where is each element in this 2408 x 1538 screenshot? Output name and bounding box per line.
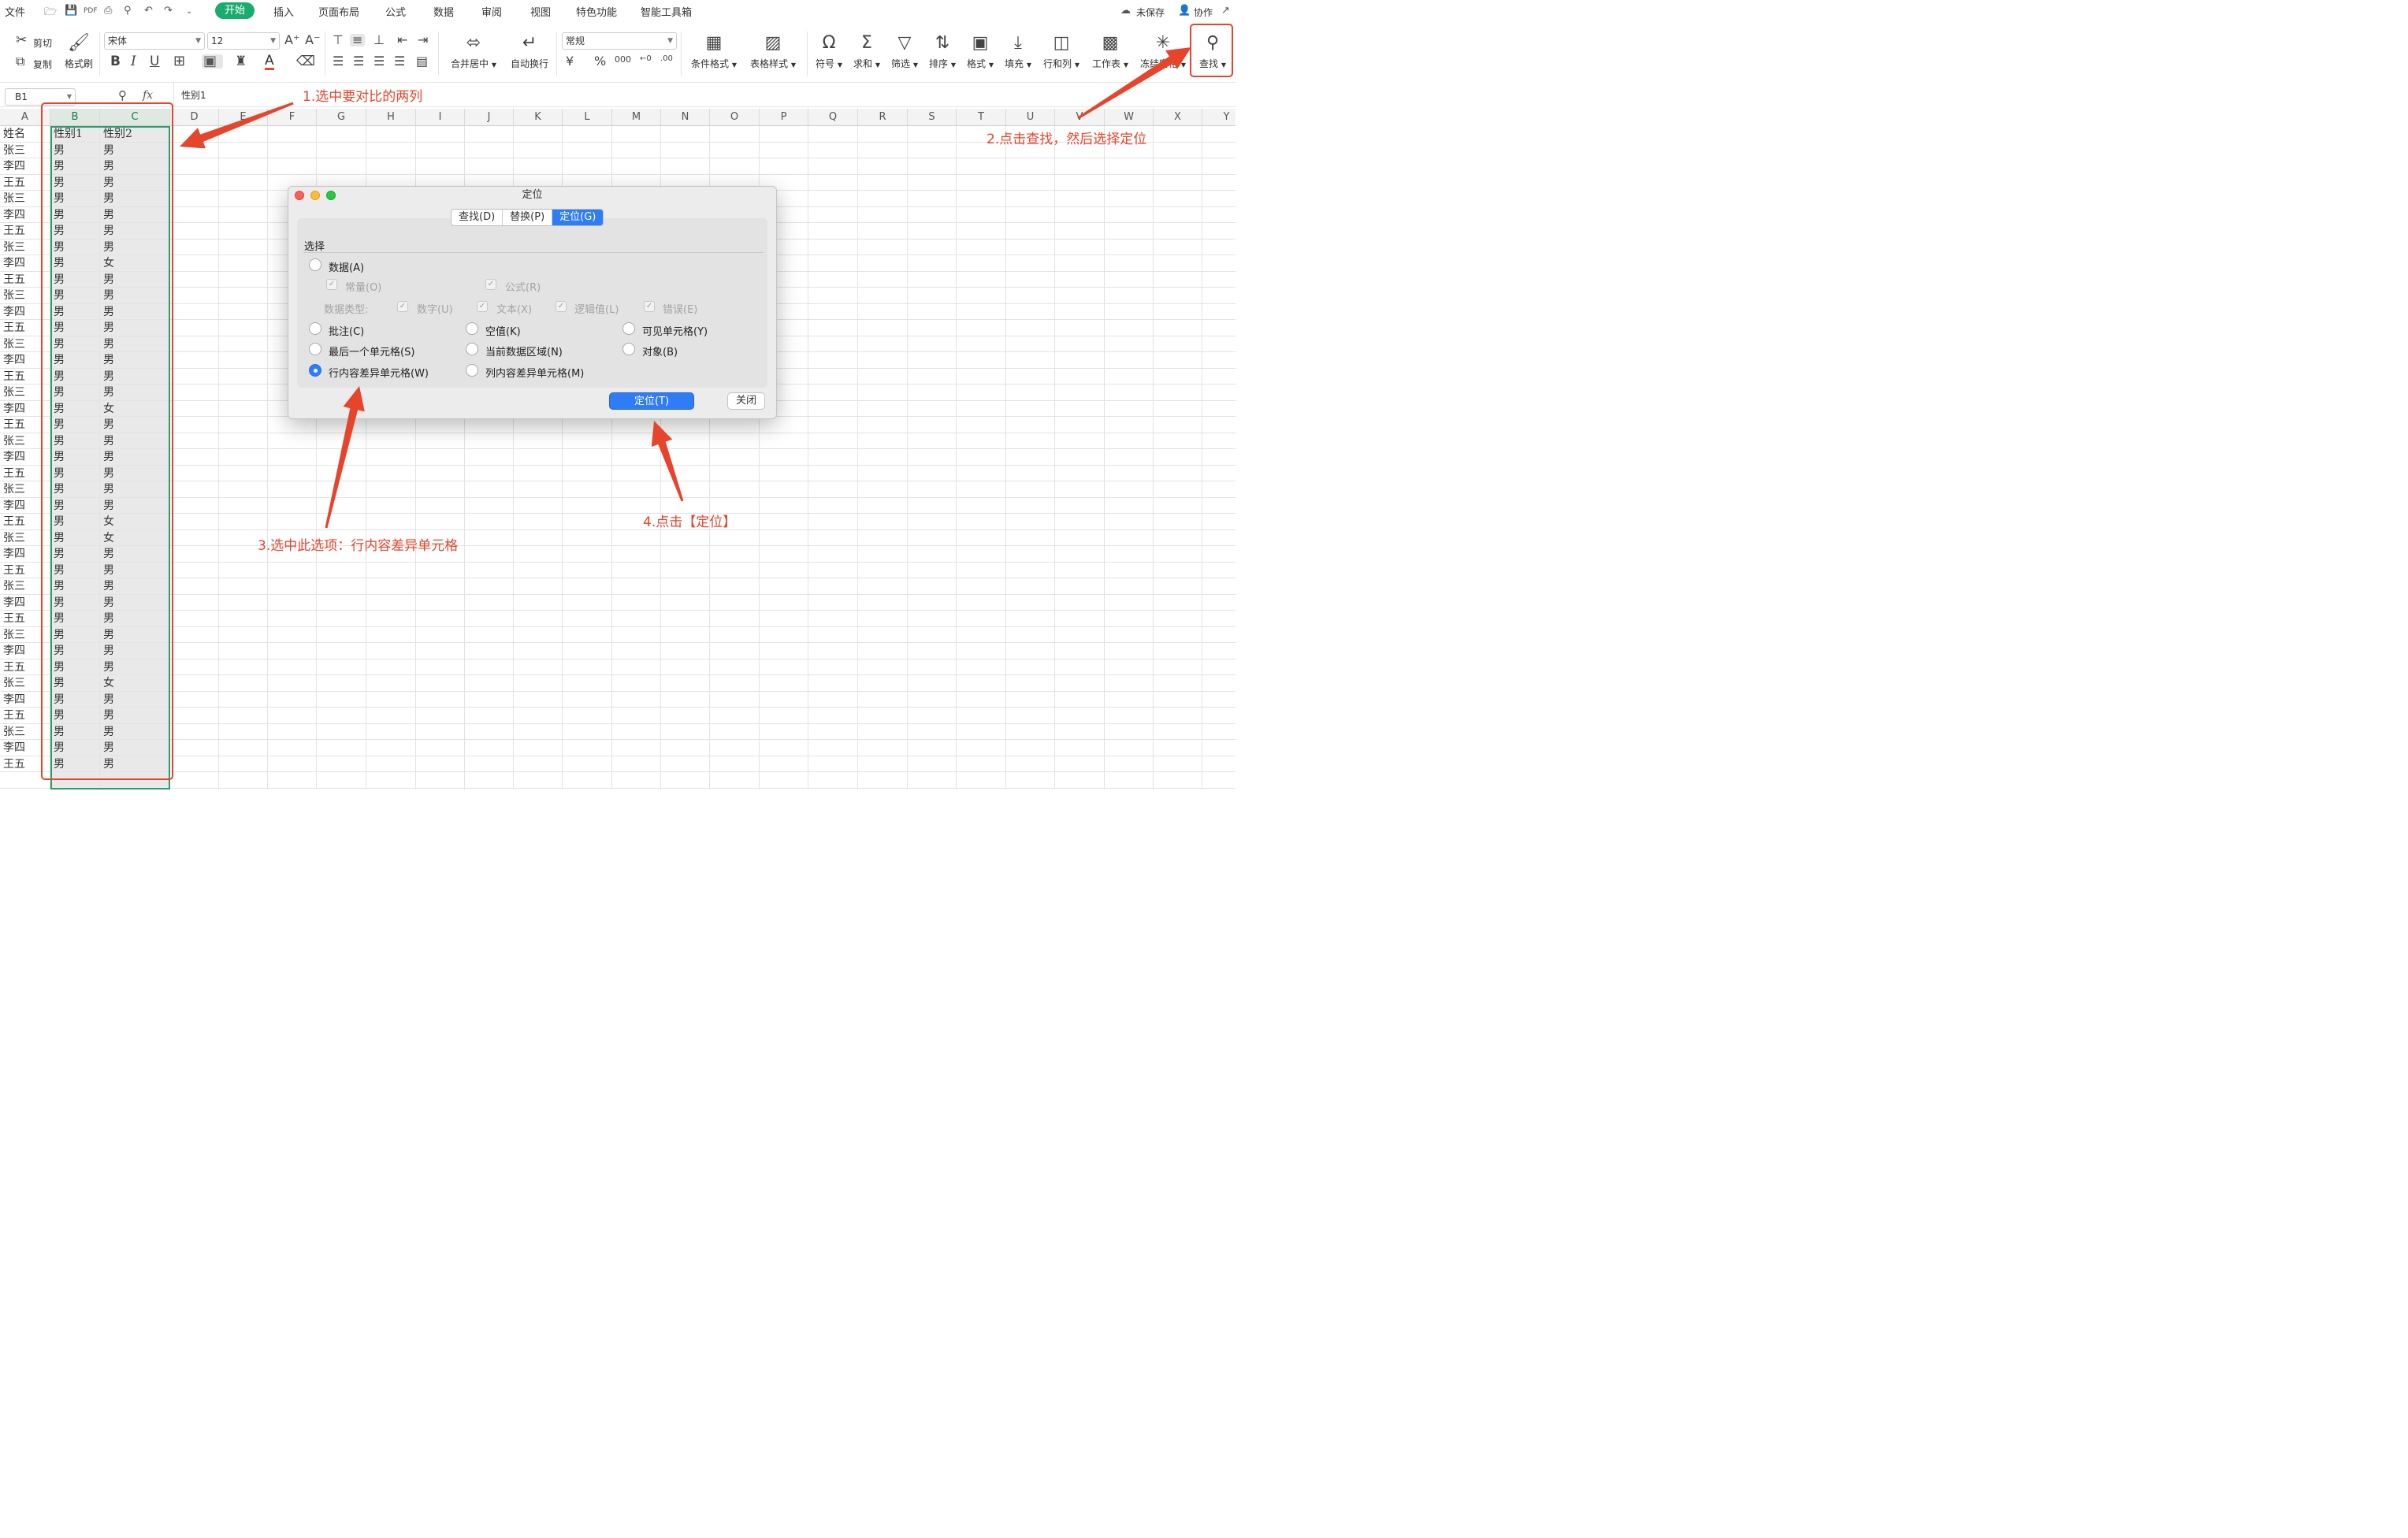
annotation-arrows	[180, 47, 1191, 529]
annotation-arrow-step1	[180, 102, 294, 149]
spreadsheet-app: { "menu": { "file": "文件", "tabs": ["开始",…	[0, 0, 1236, 789]
annotation-arrow-step4	[651, 421, 684, 502]
annotation-arrow-step2	[1077, 47, 1191, 120]
annotation-arrow-step3	[325, 386, 365, 529]
